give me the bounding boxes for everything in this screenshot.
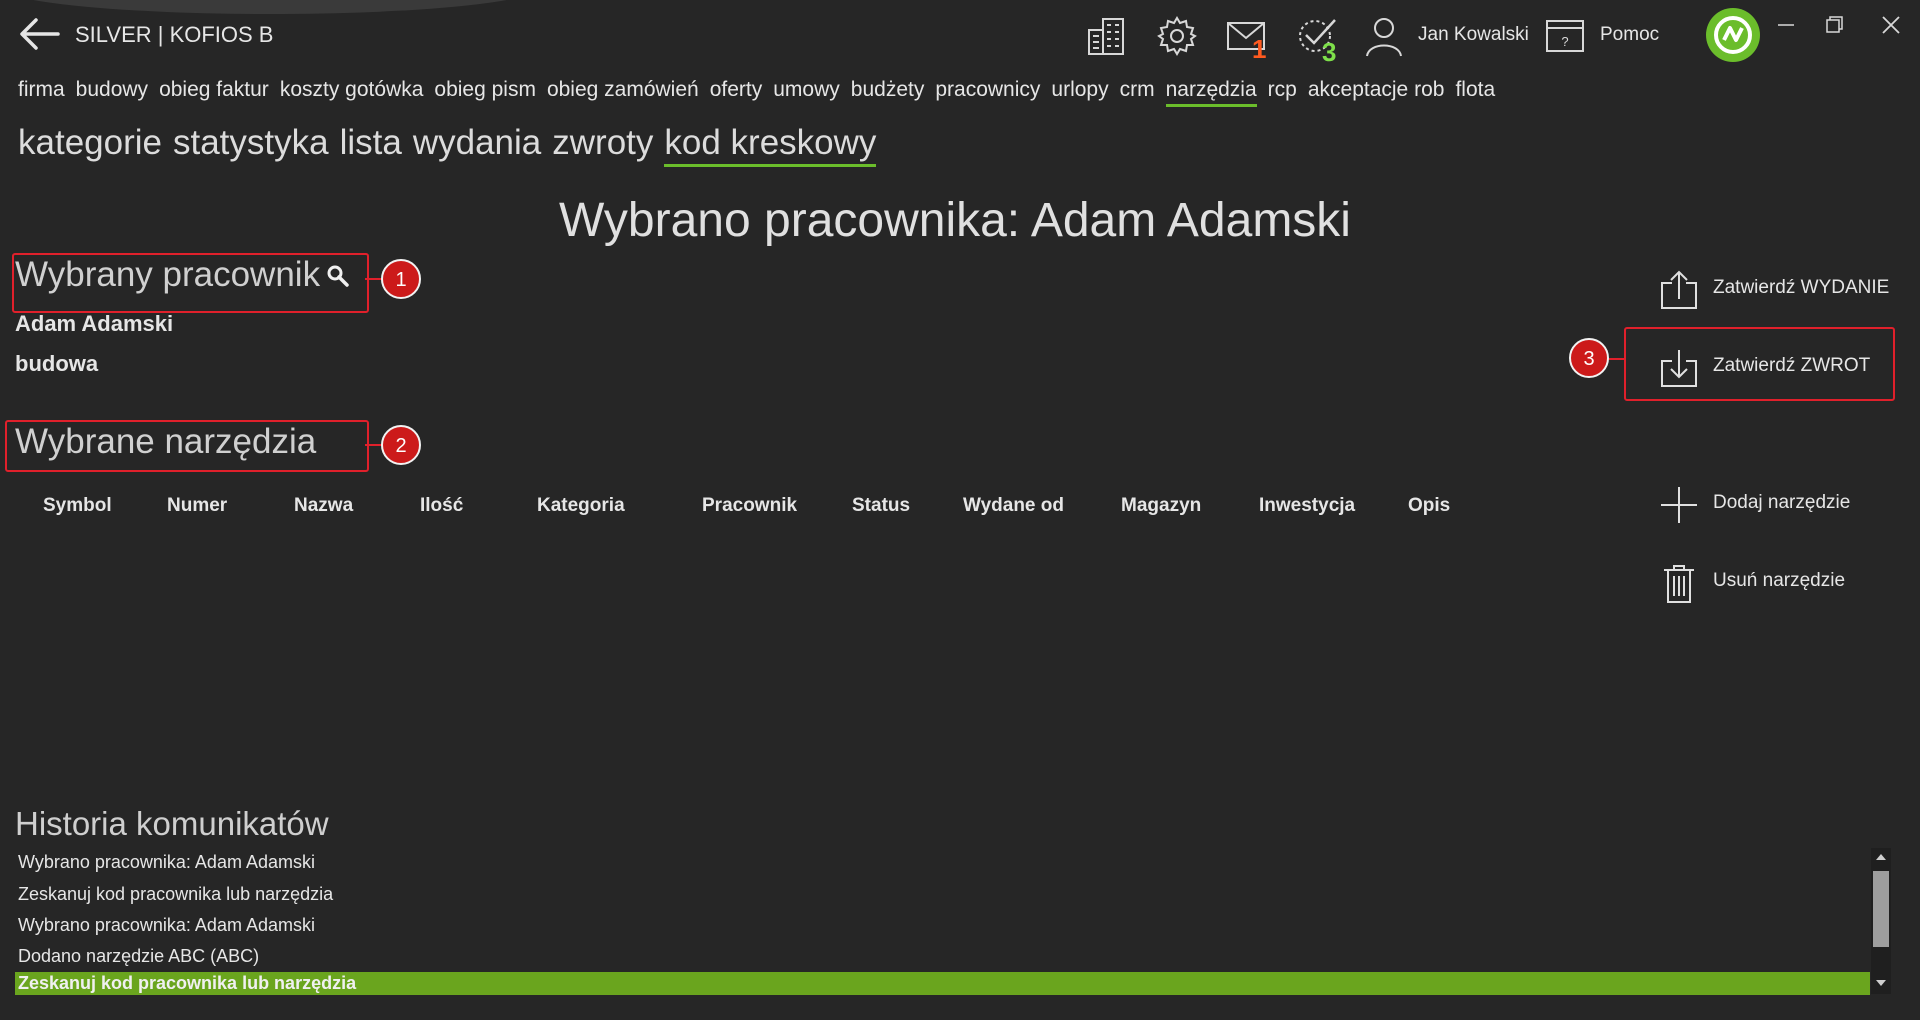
sub-nav: kategorie statystyka lista wydania zwroty kod… <box>18 123 887 167</box>
nav-item-urlopy[interactable]: urlopy <box>1051 78 1108 102</box>
employee-section-title: Wybrany pracownik <box>15 255 321 294</box>
nav-item-pracownicy[interactable]: pracownicy <box>935 78 1040 102</box>
employee-site: budowa <box>15 351 99 376</box>
confirm-issue-button[interactable]: Zatwierdź WYDANIE <box>1658 265 1918 315</box>
col-opis[interactable]: Opis <box>1408 495 1450 517</box>
nav-item-rcp[interactable]: rcp <box>1268 78 1297 102</box>
history-item: Wybrano pracownika: Adam Adamski <box>18 852 315 872</box>
col-kategoria[interactable]: Kategoria <box>537 495 625 517</box>
nav-item-budowy[interactable]: budowy <box>76 78 148 102</box>
callout-2: 2 <box>381 425 421 465</box>
search-icon[interactable] <box>326 264 350 293</box>
restore-icon[interactable] <box>1818 12 1850 38</box>
tab-wydania[interactable]: wydania <box>413 123 541 162</box>
scroll-thumb[interactable] <box>1873 871 1889 947</box>
callout-1: 1 <box>381 259 421 299</box>
user-name[interactable]: Jan Kowalski <box>1418 24 1529 46</box>
history-item: Wybrano pracownika: Adam Adamski <box>18 915 315 935</box>
employee-name: Adam Adamski <box>15 311 174 336</box>
nav-item-umowy[interactable]: umowy <box>773 78 840 102</box>
history-item: Dodano narzędzie ABC (ABC) <box>18 946 260 966</box>
nav-item-firma[interactable]: firma <box>18 78 65 102</box>
trash-icon <box>1664 565 1694 603</box>
upload-icon <box>1661 270 1697 309</box>
add-tool-button[interactable]: Dodaj narzędzie <box>1658 480 1918 530</box>
tab-lista[interactable]: lista <box>340 123 402 162</box>
nav-item-obieg-pism[interactable]: obieg pism <box>434 78 536 102</box>
history-item: Zeskanuj kod pracownika lub narzędzia <box>18 884 334 904</box>
callout-3: 3 <box>1569 338 1609 378</box>
back-arrow-icon[interactable] <box>18 16 60 52</box>
nav-item-koszty-gotowka[interactable]: koszty gotówka <box>280 78 424 102</box>
remove-tool-label: Usuń narzędzie <box>1713 570 1846 591</box>
remove-tool-button[interactable]: Usuń narzędzie <box>1658 558 1918 608</box>
page-title: Wybrano pracownika: Adam Adamski <box>559 194 1351 247</box>
mail-count-badge: 1 <box>1252 34 1267 64</box>
user-icon[interactable] <box>1362 14 1406 58</box>
history-scrollbar[interactable] <box>1871 848 1891 994</box>
help-window-icon[interactable]: ? <box>1544 14 1588 58</box>
main-nav: firma budowy obieg faktur koszty gotówka obi… <box>18 78 1620 110</box>
tasks-count-badge: 3 <box>1322 37 1337 67</box>
nav-item-oferty[interactable]: oferty <box>710 78 763 102</box>
col-symbol[interactable]: Symbol <box>43 495 112 517</box>
help-label[interactable]: Pomoc <box>1600 24 1659 46</box>
col-numer[interactable]: Numer <box>167 495 227 517</box>
app-title: SILVER | KOFIOS B <box>75 22 274 47</box>
col-status[interactable]: Status <box>852 495 910 517</box>
nav-item-crm[interactable]: crm <box>1120 78 1155 102</box>
nav-item-akceptacje-rob[interactable]: akceptacje rob <box>1308 78 1445 102</box>
plus-icon <box>1661 487 1697 523</box>
buildings-icon[interactable] <box>1085 14 1129 58</box>
tools-section-title: Wybrane narzędzia <box>15 422 317 461</box>
tab-statystyka[interactable]: statystyka <box>173 123 329 162</box>
title-bar-decoration <box>0 0 540 14</box>
download-icon <box>1661 350 1697 387</box>
nav-item-narzedzia[interactable]: narzędzia <box>1165 78 1257 107</box>
svg-text:?: ? <box>1561 34 1568 49</box>
gear-icon[interactable] <box>1155 14 1199 58</box>
tab-zwroty[interactable]: zwroty <box>552 123 653 162</box>
scroll-down-icon[interactable] <box>1876 980 1886 986</box>
confirm-return-button[interactable]: Zatwierdź ZWROT <box>1658 343 1918 393</box>
tab-kod-kreskowy[interactable]: kod kreskowy <box>664 123 877 167</box>
nav-item-obieg-faktur[interactable]: obieg faktur <box>159 78 269 102</box>
col-magazyn[interactable]: Magazyn <box>1121 495 1201 517</box>
tab-kategorie[interactable]: kategorie <box>18 123 162 162</box>
nav-item-budzety[interactable]: budżety <box>851 78 925 102</box>
col-pracownik[interactable]: Pracownik <box>702 495 797 517</box>
add-tool-label: Dodaj narzędzie <box>1713 492 1851 513</box>
nav-item-flota[interactable]: flota <box>1455 78 1495 102</box>
scroll-up-icon[interactable] <box>1876 854 1886 860</box>
minimize-icon[interactable] <box>1770 12 1802 38</box>
col-inwestycja[interactable]: Inwestycja <box>1259 495 1355 517</box>
confirm-return-label: Zatwierdź ZWROT <box>1713 355 1871 376</box>
col-nazwa[interactable]: Nazwa <box>294 495 353 517</box>
col-ilosc[interactable]: Ilość <box>420 495 463 517</box>
history-title: Historia komunikatów <box>15 805 329 842</box>
history-item-highlighted: Zeskanuj kod pracownika lub narzędzia <box>15 972 1870 995</box>
confirm-issue-label: Zatwierdź WYDANIE <box>1713 277 1890 298</box>
nav-item-obieg-zamowien[interactable]: obieg zamówień <box>547 78 699 102</box>
close-icon[interactable] <box>1875 12 1907 38</box>
app-logo <box>1706 8 1760 62</box>
col-wydane-od[interactable]: Wydane od <box>963 495 1064 517</box>
